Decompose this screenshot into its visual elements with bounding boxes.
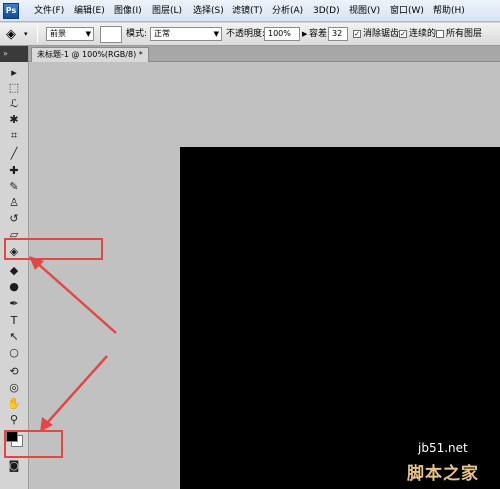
menu-help[interactable]: 帮助(H) xyxy=(433,0,465,22)
marquee-tool-icon[interactable]: ⬚ xyxy=(5,80,23,95)
opacity-label: 不透明度: xyxy=(226,29,266,39)
tools-panel: » ▸ ⬚ ℒ ✱ ⌗ ╱ ✚ ✎ ♙ ↺ ▱ ◈ ◆ ● ✒ T ↖ ○ ⟲ ◎ ✋ ⚲ ◙ xyxy=(0,46,29,489)
menu-bar: Ps 文件(F) 编辑(E) 图像(I) 图层(L) 选择(S) 滤镜(T) 分… xyxy=(0,0,500,22)
photoshop-logo-icon: Ps xyxy=(3,3,19,19)
pattern-picker[interactable] xyxy=(100,26,122,43)
zoom-tool-icon[interactable]: ⚲ xyxy=(5,412,23,427)
fill-source-select[interactable]: 前景 ▼ xyxy=(46,27,94,41)
document-tab-bar: 未标题-1 @ 100%(RGB/8) * xyxy=(29,46,500,62)
options-separator xyxy=(37,26,38,43)
shape-tool-icon[interactable]: ○ xyxy=(5,345,23,360)
document-canvas[interactable] xyxy=(180,147,500,489)
brush-tool-icon[interactable]: ✎ xyxy=(5,179,23,194)
watermark-site: jb51.net xyxy=(418,441,468,455)
menu-image[interactable]: 图像(I) xyxy=(114,0,142,22)
healing-brush-tool-icon[interactable]: ✚ xyxy=(5,163,23,178)
blur-tool-icon[interactable]: ◆ xyxy=(5,263,23,278)
fill-source-value: 前景 xyxy=(50,29,66,38)
options-bar: ◈ ▾ 前景 ▼ 模式: 正常 ▼ 不透明度: 100% ▶ 容差: 32 ✓ … xyxy=(0,23,500,46)
dodge-tool-icon[interactable]: ● xyxy=(5,279,23,294)
eyedropper-tool-icon[interactable]: ╱ xyxy=(5,146,23,161)
menu-window[interactable]: 窗口(W) xyxy=(390,0,424,22)
mode-label: 模式: xyxy=(126,29,148,39)
quick-mask-icon[interactable]: ◙ xyxy=(5,458,23,473)
menu-layer[interactable]: 图层(L) xyxy=(152,0,182,22)
paint-bucket-highlight-box xyxy=(4,238,103,260)
all-layers-checkbox[interactable] xyxy=(436,30,444,38)
tolerance-value: 32 xyxy=(332,29,343,38)
contiguous-label: 连续的 xyxy=(409,29,437,39)
history-brush-tool-icon[interactable]: ↺ xyxy=(5,211,23,226)
chevron-down-icon: ▼ xyxy=(85,30,91,38)
antialias-label: 消除锯齿 xyxy=(363,29,400,39)
clone-stamp-tool-icon[interactable]: ♙ xyxy=(5,195,23,210)
pen-tool-icon[interactable]: ✒ xyxy=(5,296,23,311)
menu-3d[interactable]: 3D(D) xyxy=(313,0,340,22)
menu-view[interactable]: 视图(V) xyxy=(349,0,380,22)
antialias-checkbox[interactable]: ✓ xyxy=(353,30,361,38)
magic-wand-tool-icon[interactable]: ✱ xyxy=(5,112,23,127)
watermark-brand: 脚本之家 xyxy=(407,464,479,484)
type-tool-icon[interactable]: T xyxy=(5,313,23,328)
mode-value: 正常 xyxy=(154,29,170,38)
preset-dropdown-arrow-icon[interactable]: ▾ xyxy=(24,23,28,46)
3d-rotate-tool-icon[interactable]: ⟲ xyxy=(5,364,23,379)
opacity-slider-arrow-icon[interactable]: ▶ xyxy=(302,23,307,46)
hand-tool-icon[interactable]: ✋ xyxy=(5,396,23,411)
menu-edit[interactable]: 编辑(E) xyxy=(74,0,105,22)
all-layers-label: 所有图层 xyxy=(446,29,483,39)
3d-orbit-tool-icon[interactable]: ◎ xyxy=(5,380,23,395)
contiguous-checkbox[interactable]: ✓ xyxy=(399,30,407,38)
paint-bucket-preset-icon[interactable]: ◈ xyxy=(6,23,16,46)
tolerance-input[interactable]: 32 xyxy=(328,27,348,41)
panel-grip[interactable]: » xyxy=(0,46,28,62)
lasso-tool-icon[interactable]: ℒ xyxy=(5,96,23,111)
menu-analysis[interactable]: 分析(A) xyxy=(272,0,303,22)
opacity-input[interactable]: 100% xyxy=(264,27,300,41)
path-selection-tool-icon[interactable]: ↖ xyxy=(5,329,23,344)
document-tab[interactable]: 未标题-1 @ 100%(RGB/8) * xyxy=(31,47,149,62)
chevron-down-icon: ▼ xyxy=(213,30,219,38)
mode-select[interactable]: 正常 ▼ xyxy=(150,27,222,41)
opacity-value: 100% xyxy=(268,29,291,38)
menu-filter[interactable]: 滤镜(T) xyxy=(232,0,263,22)
move-tool-icon[interactable]: ▸ xyxy=(5,65,23,80)
color-swatch-highlight-box xyxy=(4,430,63,458)
tolerance-label: 容差: xyxy=(309,29,331,39)
menu-select[interactable]: 选择(S) xyxy=(193,0,224,22)
menu-file[interactable]: 文件(F) xyxy=(34,0,64,22)
crop-tool-icon[interactable]: ⌗ xyxy=(5,128,23,143)
